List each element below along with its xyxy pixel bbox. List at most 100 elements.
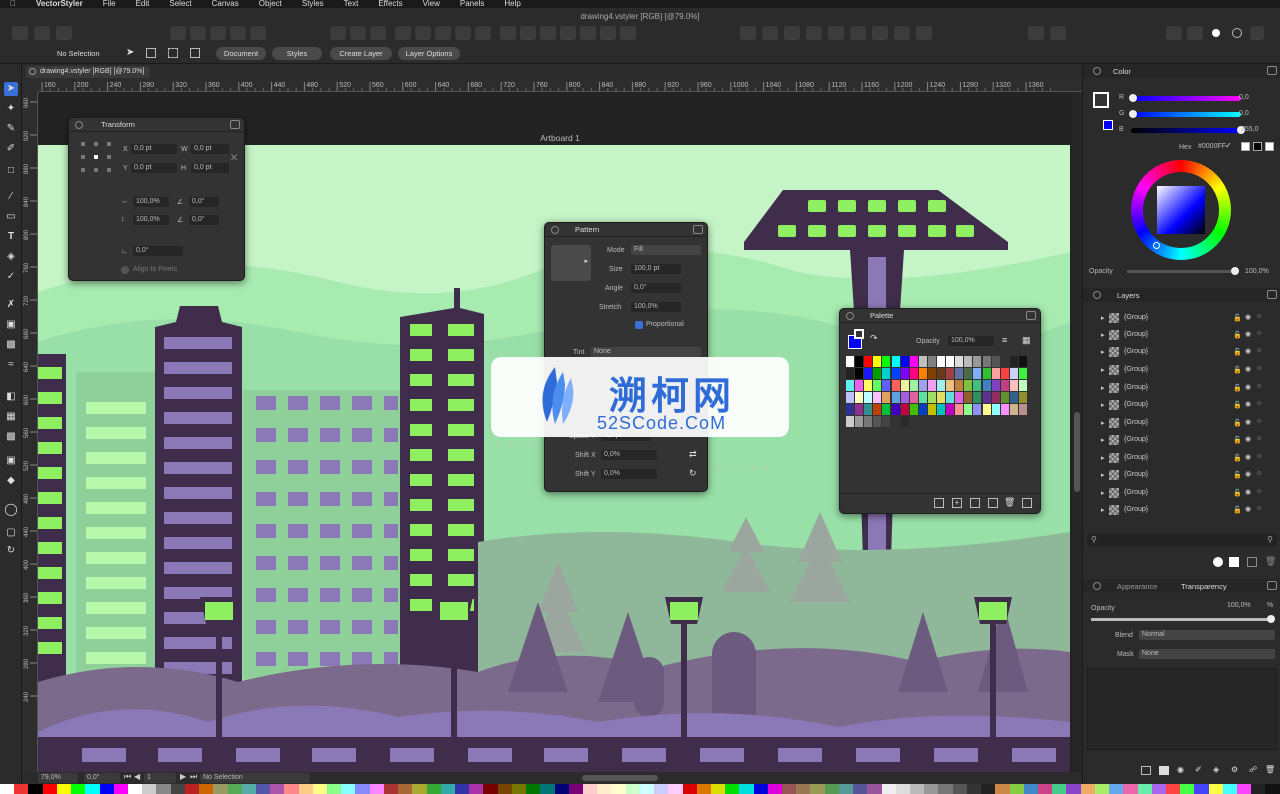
strip-swatch[interactable]	[398, 784, 413, 794]
lock-icon[interactable]: 🔓	[1233, 419, 1242, 427]
strip-swatch[interactable]	[1237, 784, 1252, 794]
path-op-3-button[interactable]	[540, 26, 556, 40]
boolean-intersect-button[interactable]	[435, 26, 451, 40]
palette-swatch[interactable]	[1018, 368, 1027, 379]
h-field[interactable]: 0,0 pt	[191, 163, 229, 173]
strip-swatch[interactable]	[952, 784, 967, 794]
r-value[interactable]: 0,0	[1239, 94, 1249, 101]
layer-search-input[interactable]: ⚲ ⚲	[1087, 534, 1277, 546]
strip-swatch[interactable]	[156, 784, 171, 794]
strip-swatch[interactable]	[696, 784, 711, 794]
stretch-field[interactable]: 100,0%	[631, 302, 681, 312]
strip-swatch[interactable]	[511, 784, 527, 794]
transform-panel-header[interactable]: Transform	[69, 118, 244, 132]
delete-layer-icon[interactable]: 🗑	[1265, 556, 1276, 567]
g-slider[interactable]	[1131, 112, 1241, 117]
bottom-swatch-strip[interactable]	[0, 784, 1280, 794]
link-icon[interactable]: ☍	[1249, 765, 1257, 774]
strip-swatch[interactable]	[526, 784, 541, 794]
reference-point-grid[interactable]	[81, 142, 111, 172]
palette-swatch[interactable]	[864, 368, 873, 379]
palette-swatch[interactable]	[973, 356, 982, 367]
lock-icon[interactable]: 🔓	[1233, 314, 1242, 322]
shift-y-field[interactable]: 0,0%	[601, 469, 657, 479]
palette-swatch[interactable]	[855, 392, 864, 403]
lock-icon[interactable]: 🔓	[1233, 506, 1242, 514]
scale-x-field[interactable]: 100,0%	[133, 197, 169, 207]
eye-icon[interactable]: ◉	[1245, 400, 1251, 408]
strip-swatch[interactable]	[1094, 784, 1110, 794]
distribute-button[interactable]	[230, 26, 246, 40]
trash-icon[interactable]: 🗑	[1004, 497, 1015, 508]
palette-swatch[interactable]	[1009, 392, 1018, 403]
color-tab[interactable]: Color	[1113, 67, 1131, 76]
strip-swatch[interactable]	[497, 784, 512, 794]
strip-swatch[interactable]	[725, 784, 740, 794]
skew-x-field[interactable]: 0,0°	[189, 197, 219, 207]
mesh-tool-icon[interactable]: ▦	[4, 410, 18, 424]
palette-swatch[interactable]	[846, 368, 854, 379]
lock-icon[interactable]: 🔓	[1233, 436, 1242, 444]
dark-theme-icon[interactable]	[1232, 28, 1242, 38]
skew-y-field[interactable]: 0,0°	[189, 215, 219, 225]
tint-select[interactable]: None	[591, 347, 701, 357]
palette-swatch[interactable]	[964, 416, 973, 427]
strip-swatch[interactable]	[710, 784, 726, 794]
history-button[interactable]	[56, 26, 72, 40]
palette-swatch[interactable]	[927, 380, 936, 391]
boolean-exclude-button[interactable]	[455, 26, 471, 40]
outline-mode-button[interactable]	[1050, 26, 1066, 40]
blend-select[interactable]: Normal	[1139, 630, 1275, 640]
palette-swatch[interactable]	[937, 392, 945, 403]
strip-swatch[interactable]	[568, 784, 583, 794]
strip-swatch[interactable]	[255, 784, 271, 794]
palette-swatch[interactable]	[982, 392, 991, 403]
strip-swatch[interactable]	[0, 784, 15, 794]
mode-select[interactable]: Fill	[631, 245, 701, 255]
palette-swatch[interactable]	[1018, 380, 1027, 391]
lock-icon[interactable]: 🔓	[1233, 454, 1242, 462]
menu-view[interactable]: View	[423, 0, 440, 8]
palette-swatch[interactable]	[1018, 416, 1027, 427]
palette-swatch[interactable]	[864, 404, 873, 415]
path-op-5-button[interactable]	[580, 26, 596, 40]
strip-swatch[interactable]	[455, 784, 470, 794]
palette-panel-header[interactable]: Palette	[840, 309, 1040, 323]
lock-icon[interactable]: 🔓	[1233, 384, 1242, 392]
r-slider[interactable]	[1131, 96, 1241, 101]
selection-status-select[interactable]: No Selection	[200, 773, 310, 783]
strip-swatch[interactable]	[1165, 784, 1181, 794]
palette-swatch[interactable]	[891, 380, 900, 391]
shift-x-field[interactable]: 0,0%	[601, 450, 657, 460]
palette-swatch[interactable]	[918, 392, 927, 403]
palette-swatch[interactable]	[982, 380, 991, 391]
color-stroke-preview[interactable]	[1093, 92, 1109, 108]
palette-swatch[interactable]	[873, 392, 882, 403]
lock-icon[interactable]: 🔓	[1233, 348, 1242, 356]
lock-icon[interactable]: 🔓	[1233, 489, 1242, 497]
transform-op-3-button[interactable]	[784, 26, 800, 40]
palette-swatch[interactable]	[891, 392, 900, 403]
strip-swatch[interactable]	[56, 784, 72, 794]
horizontal-scrollbar[interactable]	[582, 775, 658, 781]
strip-swatch[interactable]	[71, 784, 86, 794]
undo-button[interactable]	[12, 26, 28, 40]
target-icon[interactable]: ○	[1257, 330, 1261, 337]
palette-swatch[interactable]	[955, 392, 964, 403]
palette-swatch[interactable]	[873, 404, 882, 415]
vertical-ruler[interactable]: 960 920 880 840 800 760 720 680 640 600 560 520 480 4…	[22, 92, 38, 772]
palette-swatch[interactable]	[900, 368, 909, 379]
prev-page-icon[interactable]: ◀	[134, 772, 140, 781]
palette-swatch[interactable]	[918, 356, 927, 367]
menu-select[interactable]: Select	[169, 0, 191, 8]
strip-swatch[interactable]	[127, 784, 143, 794]
palette-swatch[interactable]	[955, 416, 964, 427]
strip-swatch[interactable]	[838, 784, 854, 794]
eye-icon[interactable]: ◉	[1245, 365, 1251, 373]
strip-swatch[interactable]	[554, 784, 569, 794]
randomize-icon[interactable]: ↻	[689, 468, 697, 479]
select-arrow-icon[interactable]: ➤	[126, 47, 134, 58]
strip-swatch[interactable]	[682, 784, 697, 794]
palette-swatch[interactable]	[946, 356, 955, 367]
strip-swatch[interactable]	[426, 784, 441, 794]
